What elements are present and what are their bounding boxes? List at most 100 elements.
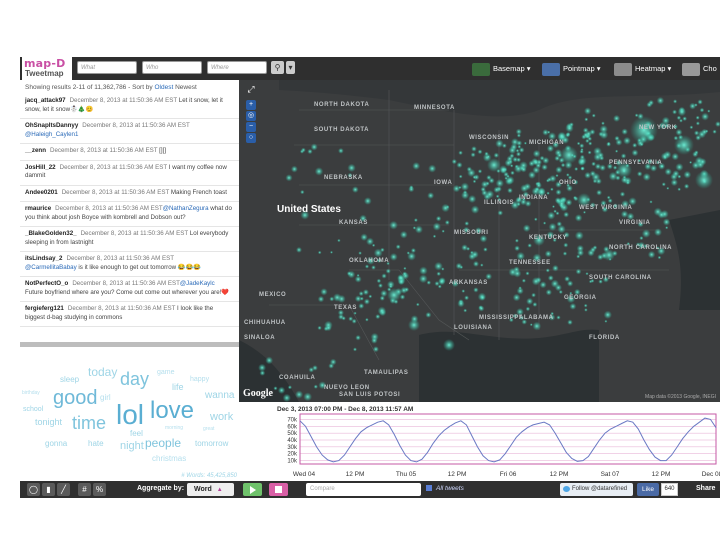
- sort-oldest-link[interactable]: Oldest: [154, 84, 173, 91]
- word-cloud-word[interactable]: great: [203, 426, 214, 432]
- word-cloud-word[interactable]: sleep: [60, 375, 79, 384]
- tweet-item[interactable]: JosHill_22 December 8, 2013 at 11:50:36 A…: [20, 161, 239, 186]
- heatmap-point: [677, 187, 681, 192]
- tweet-user[interactable]: rmaurice: [25, 205, 51, 212]
- map-label-texas: TEXAS: [334, 305, 358, 311]
- tweet-item[interactable]: __zenn December 8, 2013 at 11:50:36 AM ES…: [20, 144, 239, 161]
- tweet-item[interactable]: OhSnapItsDannyy December 8, 2013 at 11:50…: [20, 119, 239, 144]
- bar-chart-icon[interactable]: ▮: [42, 483, 55, 496]
- globe-icon[interactable]: ○: [246, 133, 256, 143]
- tweet-user[interactable]: __zenn: [25, 147, 46, 154]
- heatmap-layer-button[interactable]: Heatmap ▾: [614, 60, 671, 77]
- search-icon[interactable]: ⚲: [271, 61, 284, 74]
- word-cloud-word[interactable]: happy: [190, 376, 209, 383]
- hashtag-icon[interactable]: #: [78, 483, 91, 496]
- word-cloud-word[interactable]: today: [88, 365, 117, 379]
- percent-icon[interactable]: %: [93, 483, 106, 496]
- pointmap-layer-button[interactable]: Pointmap ▾: [542, 60, 601, 77]
- who-input[interactable]: Who: [142, 61, 202, 74]
- legend-swatch: [426, 485, 432, 492]
- fullscreen-icon[interactable]: ⤢: [246, 84, 256, 94]
- word-cloud-word[interactable]: lol: [116, 399, 144, 431]
- tweet-mention[interactable]: @JadeKaylc: [180, 280, 215, 287]
- word-cloud-word[interactable]: birthday: [22, 390, 40, 396]
- where-input[interactable]: Where: [207, 61, 267, 74]
- tweet-user[interactable]: _BlakeGolden32_: [25, 230, 77, 237]
- tweet-item[interactable]: fergieferg121 December 8, 2013 at 11:50:3…: [20, 302, 239, 327]
- compare-input[interactable]: Compare: [306, 483, 421, 496]
- heatmap-point: [549, 174, 557, 183]
- tweet-item[interactable]: Andee0201 December 8, 2013 at 11:50:36 AM…: [20, 186, 239, 202]
- word-cloud-word[interactable]: girl: [100, 393, 111, 402]
- stop-button[interactable]: [269, 483, 288, 496]
- tweet-user[interactable]: jacq_attack97: [25, 97, 66, 104]
- tweet-text: Making French toast: [170, 188, 227, 196]
- like-button[interactable]: Like: [637, 483, 659, 496]
- word-cloud-word[interactable]: school: [23, 406, 43, 413]
- heatmap-point: [358, 303, 365, 309]
- word-cloud-word[interactable]: day: [120, 369, 149, 390]
- tweet-user[interactable]: fergieferg121: [25, 305, 64, 312]
- tweet-item[interactable]: NotPerfectO_o December 8, 2013 at 11:50:3…: [20, 277, 239, 302]
- word-cloud-word[interactable]: night: [120, 440, 144, 452]
- word-cloud-word[interactable]: tonight: [35, 417, 62, 427]
- heatmap-point: [418, 274, 428, 284]
- aggregate-select[interactable]: Word ▲: [187, 483, 234, 496]
- word-cloud-word[interactable]: hate: [88, 439, 104, 448]
- ellipse-icon[interactable]: ◯: [27, 483, 40, 496]
- word-cloud-word[interactable]: work: [210, 411, 233, 423]
- tweet-user[interactable]: Andee0201: [25, 189, 58, 196]
- tweet-mention[interactable]: @CarmellitaBabay: [25, 264, 77, 271]
- share-button[interactable]: Share: [696, 485, 715, 492]
- play-button[interactable]: [243, 483, 262, 496]
- heatmap-point: [516, 157, 522, 163]
- word-cloud-word[interactable]: tomorrow: [195, 439, 228, 448]
- heatmap-point: [358, 251, 362, 255]
- tweet-item[interactable]: jacq_attack97 December 8, 2013 at 11:50:3…: [20, 94, 239, 119]
- choropleth-layer-button[interactable]: Cho: [682, 60, 717, 77]
- word-cloud-word[interactable]: game: [157, 369, 175, 376]
- search-options-chevron-icon[interactable]: ▾: [286, 61, 295, 74]
- tweet-item[interactable]: itsLindsay_2 December 8, 2013 at 11:50:36…: [20, 252, 239, 277]
- timeline-chart[interactable]: 70k60k50k40k30k20k10k Wed 04 12 PM Thu 05 12…: [272, 402, 720, 481]
- word-cloud: # Words: 45,425,850 sleep today day game lif…: [20, 347, 239, 481]
- heatmap-point: [567, 319, 573, 326]
- tweet-user[interactable]: NotPerfectO_o: [25, 280, 68, 287]
- heatmap-point: [615, 149, 619, 153]
- tweet-item[interactable]: _BlakeGolden32_ December 8, 2013 at 11:50…: [20, 227, 239, 252]
- basemap-layer-button[interactable]: Basemap ▾: [472, 60, 531, 77]
- zoom-in-button[interactable]: +: [246, 100, 256, 110]
- tweet-text: is it like enough to get out tomorrow 😂😂…: [78, 263, 201, 271]
- word-cloud-word[interactable]: life: [172, 382, 184, 392]
- zoom-out-button[interactable]: −: [246, 122, 256, 132]
- word-cloud-word[interactable]: good: [53, 387, 98, 410]
- tweet-mention[interactable]: @Haleigh_Caylen1: [25, 131, 78, 138]
- follow-button[interactable]: Follow @datarefined: [560, 483, 633, 496]
- chart-frame: [299, 413, 717, 465]
- line-chart-icon[interactable]: ╱: [57, 483, 70, 496]
- word-cloud-word[interactable]: people: [145, 436, 181, 450]
- word-cloud-word[interactable]: christmas: [152, 454, 186, 463]
- tweet-user[interactable]: itsLindsay_2: [25, 255, 63, 262]
- what-input[interactable]: What: [77, 61, 137, 74]
- heatmap-point: [597, 151, 604, 159]
- word-cloud-word[interactable]: feel: [130, 429, 143, 438]
- word-cloud-word[interactable]: gonna: [45, 439, 67, 448]
- heatmap-point: [634, 113, 639, 118]
- location-icon[interactable]: ◎: [246, 111, 256, 121]
- heatmap-point: [317, 325, 322, 331]
- word-cloud-word[interactable]: love: [150, 397, 194, 425]
- results-count: Showing results 2-11 of 11,362,786 - Sor…: [25, 84, 153, 91]
- word-cloud-word[interactable]: wanna: [205, 390, 234, 401]
- tweet-user[interactable]: JosHill_22: [25, 164, 56, 171]
- word-cloud-word[interactable]: morning: [165, 425, 183, 431]
- heatmap-point: [665, 226, 669, 230]
- tweet-user[interactable]: OhSnapItsDannyy: [25, 122, 78, 129]
- tweet-item[interactable]: rmaurice December 8, 2013 at 11:50:36 AM …: [20, 202, 239, 227]
- heatmap-point: [457, 300, 465, 308]
- sort-newest-link[interactable]: Newest: [175, 84, 197, 91]
- heatmap-point: [529, 323, 533, 327]
- word-cloud-word[interactable]: time: [72, 413, 106, 434]
- tweet-mention[interactable]: @NathanZegura: [163, 205, 209, 212]
- map-view[interactable]: ⤢ + ◎ − ○ NORTH DAKOTA SOUTH DAKOTA NEBR…: [239, 80, 720, 402]
